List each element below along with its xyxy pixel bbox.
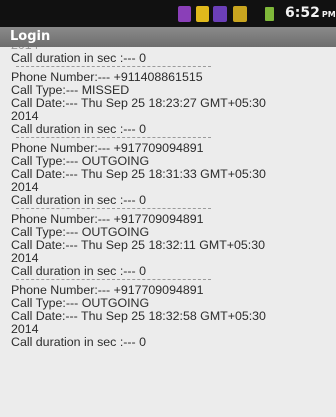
status-time: 6:52 PM [285,5,336,21]
notification-icon [196,6,209,22]
page-title: Login [10,29,51,44]
notification-icon [178,6,191,22]
separator [16,137,211,138]
call-duration: Call duration in sec :--- 0 [11,122,146,136]
status-ampm: PM [321,10,336,19]
battery-icon [265,7,274,21]
call-duration: Call duration in sec :--- 0 [11,335,146,349]
separator [16,279,211,280]
call-date: Call Date:--- Thu Sep 25 18:31:33 GMT+05… [11,167,266,181]
separator [16,208,211,209]
call-date: Call Date:--- Thu Sep 25 18:32:58 GMT+05… [11,309,266,323]
signal-icon [233,6,247,22]
signal-icon [213,6,227,22]
title-bar: Login [0,27,336,47]
status-bar: 6:52 PM [0,0,336,27]
call-log-list[interactable]: 2014 Call duration in sec :--- 0 Phone N… [0,47,336,417]
list-item: Phone Number:--- +917709094891 Call Type… [0,142,336,207]
call-duration: Call duration in sec :--- 0 [11,51,146,65]
separator [16,66,211,67]
call-date: Call Date:--- Thu Sep 25 18:23:27 GMT+05… [11,96,266,110]
list-item: Phone Number:--- +917709094891 Call Type… [0,213,336,278]
call-duration: Call duration in sec :--- 0 [11,193,146,207]
call-date: Call Date:--- Thu Sep 25 18:32:11 GMT+05… [11,238,266,252]
list-item: Phone Number:--- +917709094891 Call Type… [0,284,336,349]
call-duration: Call duration in sec :--- 0 [11,264,146,278]
list-item: Phone Number:--- +911408861515 Call Type… [0,71,336,136]
